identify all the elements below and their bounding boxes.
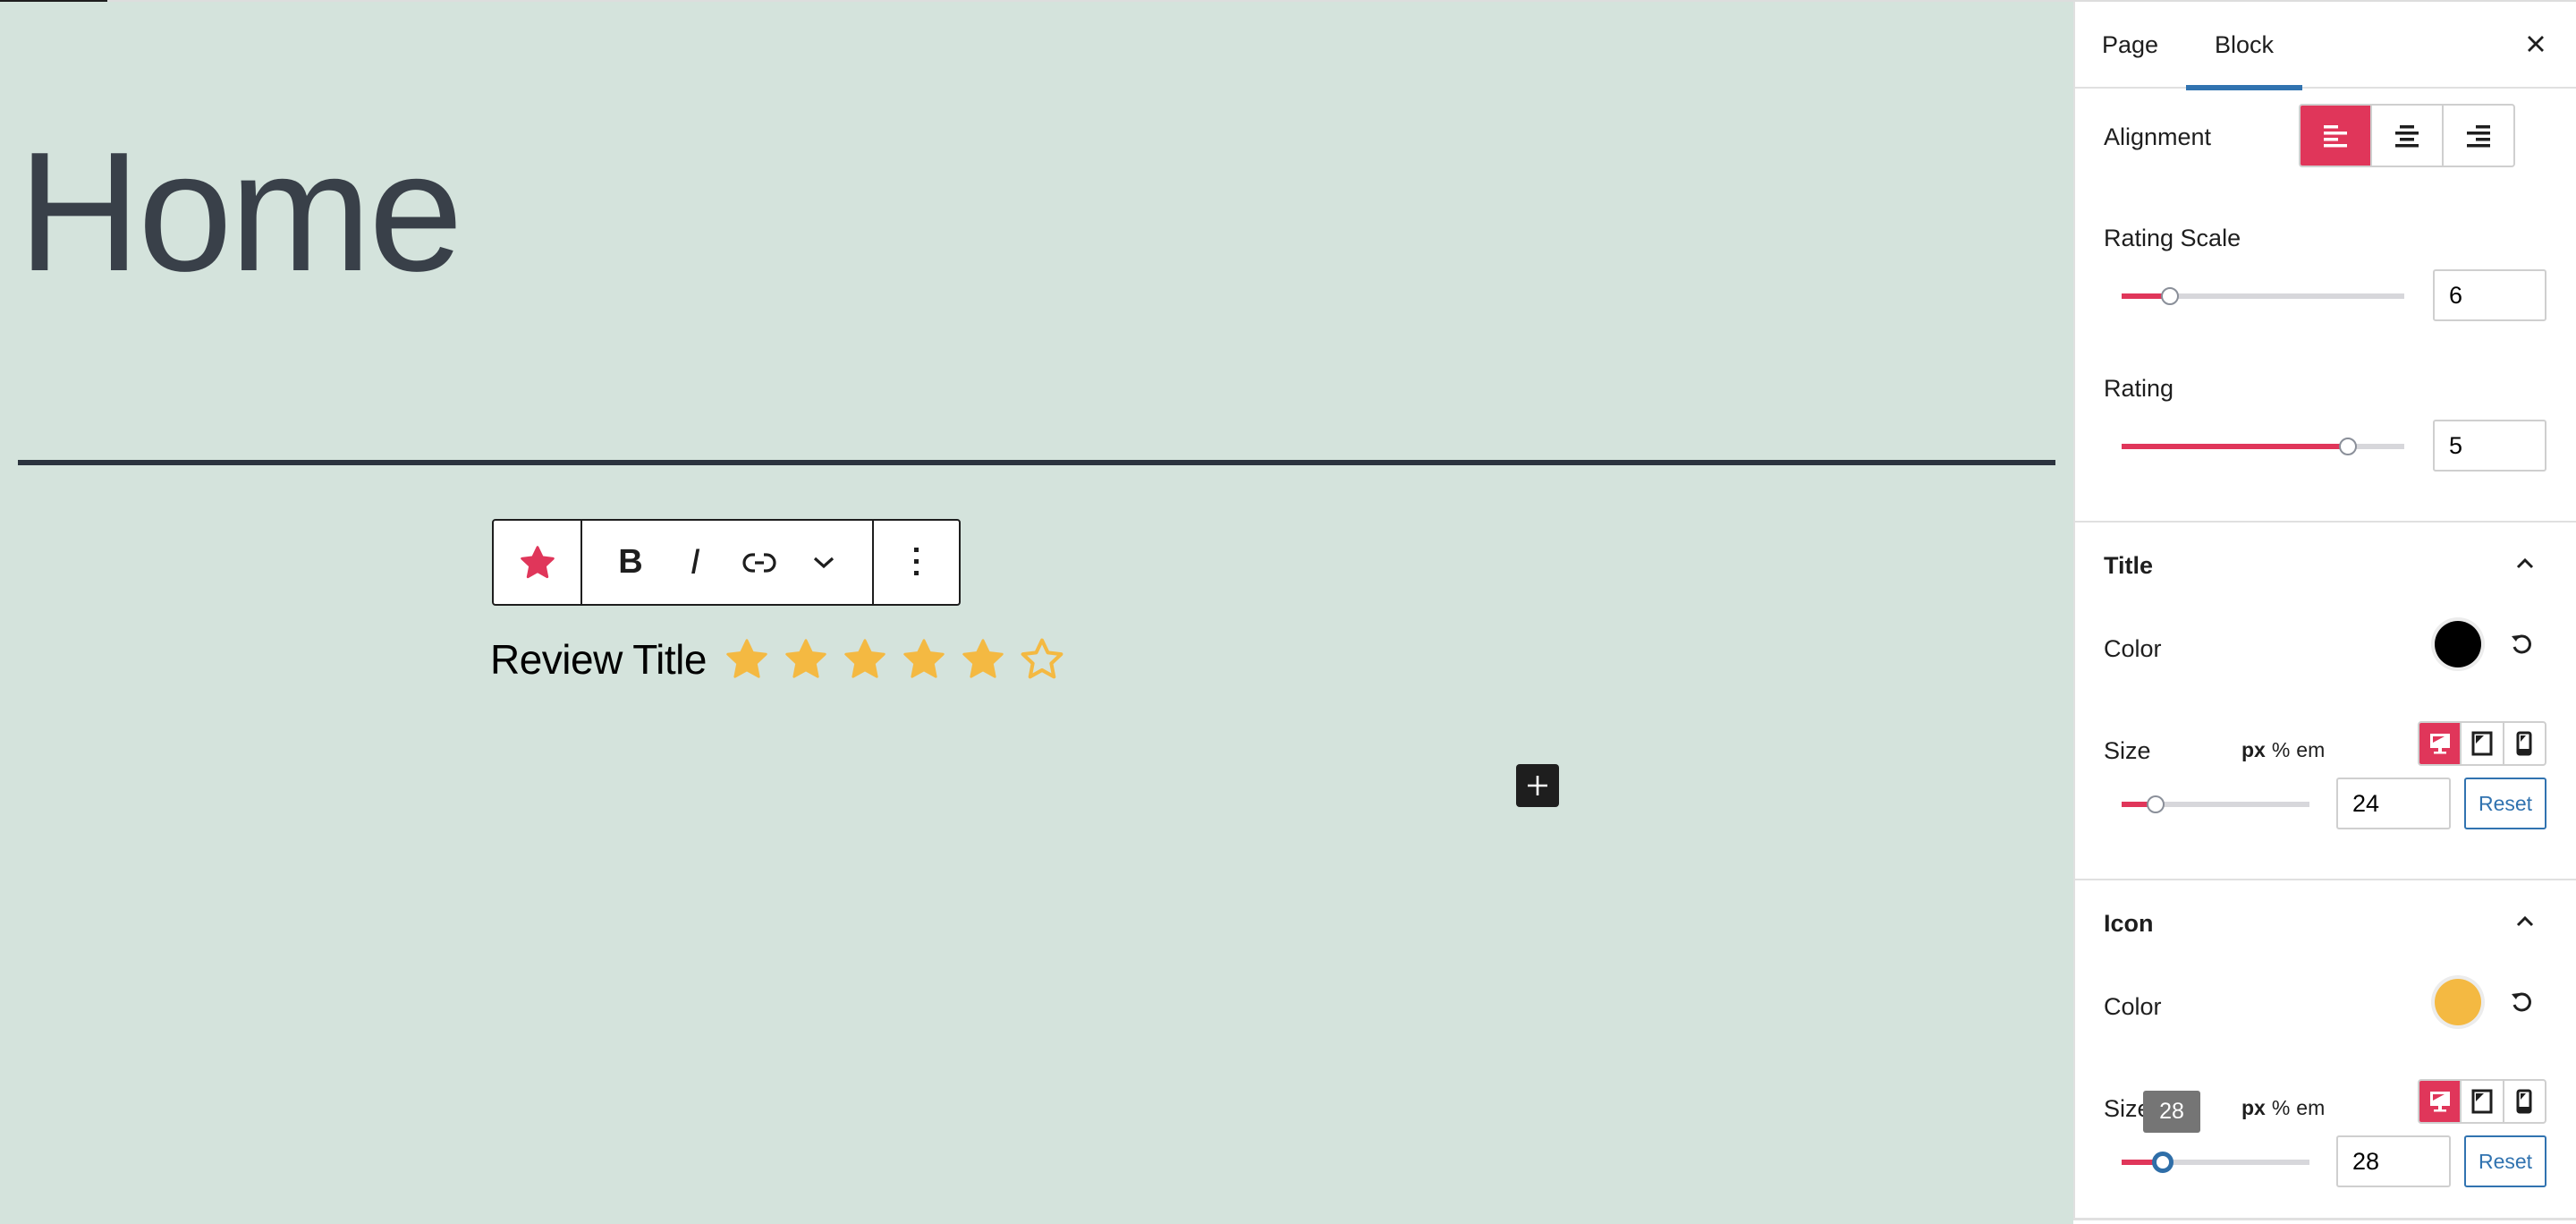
sidebar-header: Page Block bbox=[2075, 2, 2576, 90]
title-size-input[interactable]: 24 bbox=[2336, 778, 2451, 829]
icon-unit-selector: px % em bbox=[2241, 1096, 2325, 1120]
icon-panel-toggle[interactable] bbox=[2512, 908, 2538, 935]
review-block[interactable]: Review Title bbox=[490, 628, 1077, 691]
reset-icon bbox=[2512, 992, 2531, 1012]
star-rating bbox=[723, 635, 1077, 684]
alignment-label: Alignment bbox=[2104, 123, 2212, 150]
align-right-button[interactable] bbox=[2442, 106, 2513, 166]
icon-color-reset-button[interactable] bbox=[2508, 989, 2535, 1016]
star-icon bbox=[520, 545, 555, 578]
icon-color-swatch[interactable] bbox=[2435, 979, 2481, 1025]
align-left-button[interactable] bbox=[2301, 106, 2370, 166]
icon-size-reset-button[interactable]: Reset bbox=[2464, 1135, 2546, 1187]
slider-thumb[interactable] bbox=[2160, 287, 2179, 305]
unit-em[interactable]: em bbox=[2296, 738, 2325, 762]
title-color-reset-button[interactable] bbox=[2508, 631, 2535, 658]
desktop-icon bbox=[2429, 734, 2450, 754]
rating-scale-label: Rating Scale bbox=[2104, 225, 2241, 251]
options-group bbox=[872, 521, 959, 604]
slider-fill bbox=[2122, 444, 2348, 449]
page-title[interactable]: Home bbox=[18, 127, 463, 297]
chevron-down-icon bbox=[813, 557, 835, 568]
unit-em[interactable]: em bbox=[2296, 1096, 2325, 1120]
rating-scale-slider[interactable] bbox=[2122, 283, 2404, 310]
reset-icon bbox=[2512, 634, 2531, 654]
title-size-reset-button[interactable]: Reset bbox=[2464, 778, 2546, 829]
title-color-label: Color bbox=[2104, 635, 2162, 662]
block-toolbar: B I bbox=[492, 519, 961, 606]
icon-panel-heading[interactable]: Icon bbox=[2104, 910, 2154, 938]
options-button[interactable] bbox=[874, 521, 959, 604]
align-right-icon bbox=[2467, 124, 2490, 147]
tablet-icon bbox=[2471, 1089, 2493, 1114]
slider-thumb[interactable] bbox=[2338, 438, 2357, 455]
unit-px[interactable]: px bbox=[2241, 738, 2266, 762]
plus-icon bbox=[1528, 776, 1547, 795]
editor-canvas: Home B I Review Title bbox=[0, 2, 2073, 1224]
settings-sidebar: Page Block bbox=[2073, 2, 2576, 1220]
align-left-icon bbox=[2324, 124, 2347, 147]
rating-scale-input[interactable]: 6 bbox=[2433, 269, 2546, 321]
desktop-icon bbox=[2429, 1092, 2450, 1112]
tab-page[interactable]: Page bbox=[2102, 2, 2158, 89]
device-desktop-button[interactable] bbox=[2419, 1081, 2461, 1122]
rating-label: Rating bbox=[2104, 375, 2174, 402]
icon-device-switcher bbox=[2418, 1079, 2546, 1124]
tablet-icon bbox=[2471, 731, 2493, 756]
chevron-up-icon bbox=[2516, 557, 2534, 569]
review-title[interactable]: Review Title bbox=[490, 635, 707, 684]
unit-px[interactable]: px bbox=[2241, 1096, 2266, 1120]
unit-percent[interactable]: % bbox=[2272, 738, 2290, 762]
block-inserter-button[interactable] bbox=[1516, 764, 1559, 807]
block-type-group bbox=[494, 521, 580, 604]
panel-divider bbox=[2075, 879, 2576, 880]
rating-slider[interactable] bbox=[2122, 433, 2404, 460]
more-vertical-icon bbox=[913, 547, 919, 575]
more-formats-button[interactable] bbox=[792, 521, 855, 604]
slider-value-tooltip: 28 bbox=[2143, 1091, 2200, 1133]
title-color-swatch[interactable] bbox=[2435, 621, 2481, 667]
device-mobile-button[interactable] bbox=[2502, 723, 2545, 764]
star-filled-icon[interactable] bbox=[723, 635, 771, 684]
title-size-label: Size bbox=[2104, 737, 2151, 764]
link-button[interactable] bbox=[728, 521, 791, 604]
slider-thumb[interactable] bbox=[2146, 795, 2165, 813]
device-mobile-button[interactable] bbox=[2502, 1081, 2545, 1122]
align-center-icon bbox=[2395, 124, 2419, 147]
block-type-button[interactable] bbox=[494, 521, 580, 604]
star-empty-icon[interactable] bbox=[1018, 635, 1066, 684]
alignment-control bbox=[2299, 104, 2515, 167]
bold-button[interactable]: B bbox=[599, 521, 662, 604]
title-device-switcher bbox=[2418, 721, 2546, 766]
device-tablet-button[interactable] bbox=[2460, 1081, 2502, 1122]
star-filled-icon[interactable] bbox=[959, 635, 1007, 684]
title-unit-selector: px % em bbox=[2241, 738, 2325, 762]
slider-thumb[interactable] bbox=[2152, 1152, 2174, 1173]
title-size-slider[interactable] bbox=[2122, 791, 2309, 818]
star-filled-icon[interactable] bbox=[782, 635, 830, 684]
format-group: B I bbox=[580, 521, 872, 604]
chevron-up-icon bbox=[2516, 915, 2534, 927]
icon-color-label: Color bbox=[2104, 993, 2162, 1020]
title-panel-heading[interactable]: Title bbox=[2104, 552, 2153, 580]
tab-block[interactable]: Block bbox=[2186, 2, 2302, 90]
star-filled-icon[interactable] bbox=[841, 635, 889, 684]
mobile-icon bbox=[2516, 731, 2532, 756]
icon-size-slider[interactable] bbox=[2122, 1149, 2309, 1176]
close-sidebar-button[interactable] bbox=[2522, 30, 2549, 57]
panel-divider bbox=[2075, 521, 2576, 523]
close-icon bbox=[2528, 36, 2544, 52]
title-panel-toggle[interactable] bbox=[2512, 550, 2538, 577]
icon-size-input[interactable]: 28 bbox=[2336, 1135, 2451, 1187]
star-filled-icon[interactable] bbox=[900, 635, 948, 684]
rating-input[interactable]: 5 bbox=[2433, 420, 2546, 472]
align-center-button[interactable] bbox=[2370, 106, 2442, 166]
device-desktop-button[interactable] bbox=[2419, 723, 2461, 764]
unit-percent[interactable]: % bbox=[2272, 1096, 2290, 1120]
mobile-icon bbox=[2516, 1089, 2532, 1114]
italic-button[interactable]: I bbox=[664, 521, 726, 604]
device-tablet-button[interactable] bbox=[2460, 723, 2502, 764]
link-icon bbox=[742, 552, 776, 573]
separator-block[interactable] bbox=[18, 460, 2055, 465]
